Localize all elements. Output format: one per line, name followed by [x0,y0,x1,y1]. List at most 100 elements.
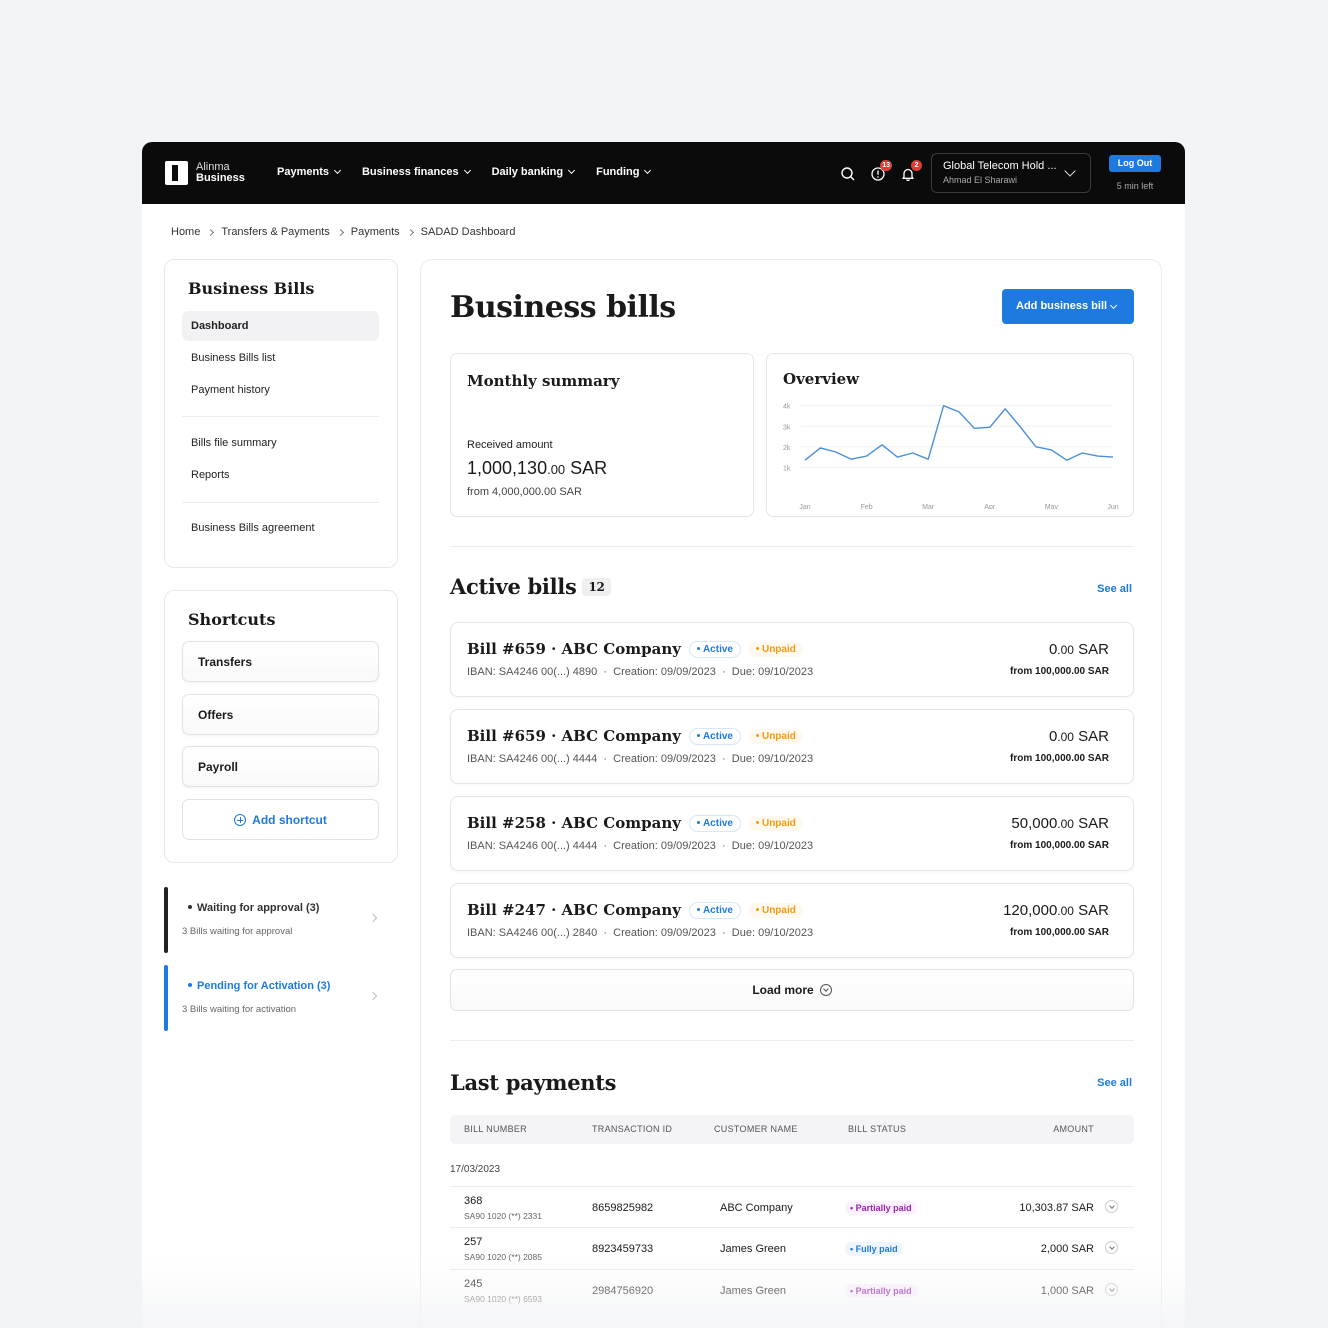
status-dot-icon [188,983,192,987]
col-amount: AMOUNT [1053,1124,1094,1134]
payment-text: Unpaid [761,730,796,742]
bill-status-text: Partially paid [855,1203,912,1213]
bill-status-text: Partially paid [855,1286,912,1296]
row-iban: SA90 1020 (**) 2085 [464,1252,542,1262]
bill-from-amount: from 100,000.00 SAR [1010,927,1109,938]
see-all-payments-link[interactable]: See all [1097,1077,1132,1089]
account-name: Global Telecom Hold ... [943,160,1057,172]
sidebar-item-dashboard[interactable]: Dashboard [182,311,379,341]
amount-currency: SAR [1078,815,1109,832]
payment-badge: Unpaid [748,902,803,918]
bill-from-amount: from 100,000.00 SAR [1010,666,1109,677]
logout-button[interactable]: Log Out [1109,155,1161,172]
amount-dec: .00 [1057,730,1074,744]
session-timer: 5 min left [1116,181,1154,191]
bill-card[interactable]: Bill #247 · ABC Company Active Unpaid IBAN:… [450,883,1134,958]
sidebar-item-bills-file-summary[interactable]: Bills file summary [182,428,379,458]
chevron-right-icon [368,991,378,1001]
status-badge: Active [688,901,741,919]
amount-dec: .00 [547,462,566,477]
table-row[interactable]: 257 SA90 1020 (**) 2085 8923459733 James Gr… [450,1227,1134,1269]
bill-card[interactable]: Bill #659 · ABC Company Active Unpaid IBAN:… [450,622,1134,697]
shortcut-offers[interactable]: Offers [182,694,379,735]
nav-payments[interactable]: Payments [277,166,342,178]
summary-from: from 4,000,000.00 SAR [467,486,582,498]
nav-business-finances[interactable]: Business finances [362,166,471,178]
breadcrumb-home[interactable]: Home [171,226,200,238]
bill-card[interactable]: Bill #258 · ABC Company Active Unpaid IBAN:… [450,796,1134,871]
amount-int: 1,000,130 [467,458,548,478]
breadcrumb-transfers-payments[interactable]: Transfers & Payments [221,226,329,238]
chevron-right-icon [336,228,344,236]
dot-icon [755,820,759,824]
bill-amount: 120,000.00 SAR [1003,902,1109,919]
bill-amount: 50,000.00 SAR [1011,815,1109,832]
sidebar-item-agreement[interactable]: Business Bills agreement [182,513,379,543]
sidebar-item-payment-history[interactable]: Payment history [182,375,379,405]
section-divider [450,1040,1134,1041]
table-row[interactable]: 368 SA90 1020 (**) 2331 8659825982 ABC Comp… [450,1186,1134,1228]
bill-iban: IBAN: SA4246 00(...) 4444 [467,753,598,765]
breadcrumb-payments[interactable]: Payments [351,226,400,238]
expand-row-icon[interactable] [1105,1283,1118,1296]
bill-number: 245 [464,1278,483,1290]
transaction-id: 2984756920 [592,1285,654,1297]
customer-name: James Green [720,1243,787,1255]
sidebar-item-reports[interactable]: Reports [182,460,379,490]
brand-logo[interactable]: Alinma Business [165,161,245,185]
status-badge: Active [688,640,741,658]
bill-meta: IBAN: SA4246 00(...) 2840 · Creation: 09… [467,927,814,939]
bill-iban: IBAN: SA4246 00(...) 2840 [467,927,598,939]
series-line [804,404,1114,461]
amount-currency: SAR [570,458,608,478]
alert-icon[interactable]: 13 [870,160,892,182]
arrow-down-circle-icon [819,984,832,996]
amount-currency: SAR [1078,641,1109,658]
chevron-down-icon [568,166,576,175]
sidebar-item-bills-list[interactable]: Business Bills list [182,343,379,373]
bill-from-amount: from 100,000.00 SAR [1010,840,1109,851]
shortcuts-card: Shortcuts Transfers Offers Payroll Add s… [164,590,398,863]
bill-card[interactable]: Bill #659 · ABC Company Active Unpaid IBAN:… [450,709,1134,784]
chevron-down-icon [333,166,342,175]
bill-creation: Creation: 09/09/2023 [613,753,716,765]
search-icon[interactable] [840,166,856,182]
nav-label: Payments [277,166,329,178]
status-badge: Active [688,727,741,745]
payment-text: Unpaid [761,643,796,655]
bill-creation: Creation: 09/09/2023 [613,840,716,852]
summary-label: Received amount [467,439,553,451]
expand-row-icon[interactable] [1105,1200,1118,1213]
add-shortcut-button[interactable]: Add shortcut [182,799,379,840]
shortcut-transfers[interactable]: Transfers [182,641,379,682]
add-business-bill-button[interactable]: Add business bill [1002,289,1134,324]
amount-dec: .00 [1057,904,1074,918]
account-switcher[interactable]: Global Telecom Hold ... Ahmad El Sharawi [931,153,1091,193]
app-window: Alinma Business Payments Business financ… [142,142,1185,1328]
notifications-badge: 2 [911,160,922,171]
status-subtitle: 3 Bills waiting for approval [182,926,293,937]
waiting-approval-card[interactable]: Waiting for approval (3) 3 Bills waiting… [164,887,398,953]
expand-row-icon[interactable] [1105,1241,1118,1254]
dot-icon [755,646,759,650]
nav-daily-banking[interactable]: Daily banking [492,166,576,178]
table-row[interactable]: 245 SA90 1020 (**) 6593 2984756920 James Gr… [450,1269,1134,1311]
payment-text: Unpaid [761,817,796,829]
y-tick-label: 1k [783,465,791,472]
bill-iban: IBAN: SA4246 00(...) 4890 [467,666,598,678]
breadcrumb: Home Transfers & Payments Payments SADAD… [171,226,515,238]
shortcut-payroll[interactable]: Payroll [182,746,379,787]
page-title: Business bills [450,290,676,325]
pending-activation-card[interactable]: Pending for Activation (3) 3 Bills waiti… [164,965,398,1031]
see-all-active-link[interactable]: See all [1097,583,1132,595]
menu-divider [182,416,379,417]
x-tick-label: Jun [1107,504,1118,509]
bill-amount: 0.00 SAR [1049,641,1109,658]
bell-icon[interactable]: 2 [900,160,922,182]
row-iban: SA90 1020 (**) 2331 [464,1211,542,1221]
payment-badge: Unpaid [748,641,803,657]
load-more-button[interactable]: Load more [450,969,1134,1011]
active-title-text: Active bills [450,574,577,599]
nav-funding[interactable]: Funding [596,166,652,178]
top-bar: Alinma Business Payments Business financ… [142,142,1185,204]
